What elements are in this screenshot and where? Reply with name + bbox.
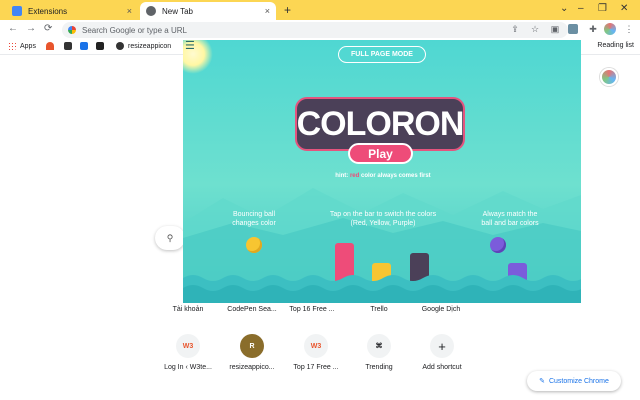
shortcut-top16[interactable]: Top 16 Free ... [282,306,342,313]
shortcut-google-dich[interactable]: Google Dịch [411,306,471,313]
shortcut-trending[interactable]: ⌘ Trending [349,334,409,371]
camera-icon[interactable]: ▣ [550,24,560,34]
close-tab-icon[interactable]: × [265,6,270,16]
back-button[interactable]: ← [8,23,18,34]
coloron-game-popup[interactable]: ☰ FULL PAGE MODE COLORON Play hint: red … [183,40,581,303]
menu-kebab-icon[interactable]: ⋮ [624,24,634,34]
extension-active-icon[interactable] [568,24,578,34]
tab-strip: Extensions × New Tab × + ⌄ – ❐ ✕ [0,0,640,20]
close-window-button[interactable]: ✕ [620,3,628,14]
hint-prefix: hint: [335,173,350,179]
shortcut-label: Log In ‹ W3te... [164,364,212,371]
shortcut-add[interactable]: + Add shortcut [412,334,472,371]
waves-decoration [183,275,581,303]
trello-icon [96,42,104,50]
w3-icon: W3 [304,334,328,358]
tab-title: New Tab [162,6,193,16]
bookmark-apps[interactable]: Apps [8,42,36,50]
shortcut-trello[interactable]: Trello [349,306,409,313]
bookmark-label: resizeappicon [128,42,172,50]
shortcut-label: CodePen Sea... [227,306,277,313]
pencil-icon: ✎ [539,378,545,385]
shortcut-codepen[interactable]: CodePen Sea... [222,306,282,313]
tip-tap-bar: Tap on the bar to switch the colors (Red… [329,211,437,227]
toolbar: ← → ⟳ Search Google or type a URL ⇪ ☆ ▣ … [0,20,640,40]
omnibox[interactable]: Search Google or type a URL [62,22,568,38]
reload-button[interactable]: ⟳ [44,23,52,34]
shortcut-top17[interactable]: W3 Top 17 Free ... [286,334,346,371]
customize-chrome-button[interactable]: ✎ Customize Chrome [527,371,621,391]
shortcut-label: Trending [365,364,393,371]
yellow-ball [246,237,262,253]
purple-ball [490,237,506,253]
tip-bouncing-ball: Bouncing ball changes color [232,211,276,227]
w3-icon: W3 [176,334,200,358]
plus-icon: + [430,334,454,358]
bookmark-icon [80,42,88,50]
shortcut-label: Tài khoản [172,306,204,313]
shortcut-label: Trello [370,306,388,313]
ntp-profile-avatar[interactable] [600,68,618,86]
tab-extensions[interactable]: Extensions × [6,2,138,20]
bookmark-doc[interactable] [80,42,92,50]
bookmark-flame[interactable] [46,42,58,50]
tab-title: Extensions [28,6,68,16]
search-icon: ⚲ [166,232,174,243]
forward-button[interactable]: → [26,23,36,34]
hint-suffix: color always comes first [359,173,431,179]
close-tab-icon[interactable]: × [127,6,132,16]
google-icon [68,26,76,34]
flame-icon [46,42,54,50]
apps-grid-icon [8,42,16,50]
shortcut-log-in[interactable]: W3 Log In ‹ W3te... [158,334,218,371]
minimize-button[interactable]: – [578,3,584,14]
shortcut-label: Top 17 Free ... [293,364,339,371]
globe-icon [116,42,124,50]
shortcut-resizeappicon[interactable]: R resizeappico... [222,334,282,371]
full-page-mode-button[interactable]: FULL PAGE MODE [338,46,426,63]
hint-text: hint: red color always comes first [313,173,453,179]
codepen-icon: ⌘ [367,334,391,358]
extensions-puzzle-icon[interactable]: ✚ [588,24,598,34]
hamburger-menu-icon[interactable]: ☰ [185,40,199,52]
shortcut-label: Google Dịch [421,306,461,313]
bookmark-trello[interactable] [96,42,108,50]
play-button[interactable]: Play [348,143,413,164]
tab-search-icon[interactable]: ⌄ [560,3,568,14]
share-icon[interactable]: ⇪ [510,24,520,34]
hint-highlight: red [349,173,360,179]
puzzle-icon [12,6,22,16]
chrome-icon [146,6,156,16]
bookmark-star-icon[interactable]: ☆ [530,24,540,34]
new-tab-button[interactable]: + [284,3,291,17]
puzzle-icon [64,42,72,50]
customize-label: Customize Chrome [548,377,609,385]
shortcut-label: resizeappico... [229,364,275,371]
bookmark-puzzle[interactable] [64,42,76,50]
tip-match-colors: Always match the ball and bar colors [481,211,539,227]
tab-new-tab[interactable]: New Tab × [140,2,276,20]
shortcut-label: Add shortcut [422,364,462,371]
ntp-search-box[interactable]: ⚲ [155,226,185,250]
resize-icon: R [240,334,264,358]
omnibox-placeholder: Search Google or type a URL [82,25,187,35]
restore-button[interactable]: ❐ [598,3,607,14]
shortcut-tai-khoan[interactable]: Tài khoản [158,306,218,313]
shortcut-label: Top 16 Free ... [289,306,335,313]
reading-list[interactable]: Reading list [597,42,634,49]
bookmark-resizeappicon[interactable]: resizeappicon [116,42,171,50]
bookmark-label: Apps [20,42,36,50]
profile-avatar-icon[interactable] [604,23,616,35]
